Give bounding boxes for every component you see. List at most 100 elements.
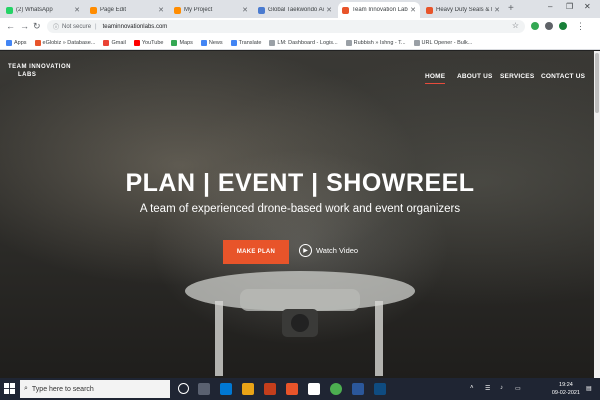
make-plan-button[interactable]: MAKE PLAN xyxy=(223,240,289,264)
close-icon[interactable]: ✕ xyxy=(326,6,332,14)
chrome-icon[interactable] xyxy=(330,383,342,395)
close-icon[interactable]: ✕ xyxy=(494,6,500,14)
bookmark-star-icon[interactable]: ☆ xyxy=(512,21,519,30)
tray-chevron-icon[interactable]: ˄ xyxy=(470,385,474,391)
hero-section: TEAM INNOVATION LABS HOME ABOUT US SERVI… xyxy=(0,51,600,378)
page-scrollbar[interactable] xyxy=(594,51,600,378)
battery-icon[interactable]: ▭ xyxy=(515,385,521,392)
bookmark-gmail[interactable]: Gmail xyxy=(103,39,126,46)
bookmark-label: Rubbish » Ishng - T... xyxy=(353,39,406,46)
app-icon[interactable] xyxy=(286,383,298,395)
globe-icon xyxy=(258,6,265,14)
bookmark-maps[interactable]: Maps xyxy=(171,39,193,46)
file-explorer-icon[interactable] xyxy=(242,383,254,395)
app-icon[interactable] xyxy=(264,383,276,395)
new-tab-button[interactable]: + xyxy=(508,3,514,14)
browser-toolbar: ← → ↻ ⓘ Not secure | teaminnovationlabs.… xyxy=(0,18,600,36)
windows-start-icon[interactable] xyxy=(4,383,15,394)
close-window-button[interactable]: ✕ xyxy=(584,2,591,11)
app-icon[interactable] xyxy=(308,383,320,395)
app-icon[interactable] xyxy=(374,383,386,395)
tab-title: (2) WhatsApp xyxy=(16,7,53,13)
news-icon xyxy=(200,39,207,46)
tab-team-innovation[interactable]: Team Innovation Labs ✕ xyxy=(338,2,420,18)
tab-strip: (2) WhatsApp ✕ Page Edit ✕ My Project ✕ … xyxy=(0,0,600,18)
bookmark-eglobiz[interactable]: eGlobiz » Database... xyxy=(34,39,96,46)
bookmark-apps[interactable]: Apps xyxy=(6,39,27,46)
nav-services[interactable]: SERVICES xyxy=(500,73,534,80)
nav-home[interactable]: HOME xyxy=(425,73,446,84)
bookmark-label: eGlobiz » Database... xyxy=(42,39,96,46)
tab-my-project[interactable]: My Project ✕ xyxy=(170,2,252,18)
bookmark-lm-dashboard[interactable]: LM: Dashboard - Logis... xyxy=(269,39,338,46)
profile-avatar[interactable] xyxy=(559,22,567,30)
logo-text: TEAM INNOVATION xyxy=(8,64,71,70)
menu-icon[interactable]: ⋮ xyxy=(576,21,585,32)
task-view-icon[interactable] xyxy=(198,383,210,395)
translate-icon xyxy=(230,39,237,46)
bookmark-icon xyxy=(34,39,41,46)
taskbar-clock[interactable]: 19:24 09-02-2021 xyxy=(552,381,580,397)
close-icon[interactable]: ✕ xyxy=(74,6,80,14)
close-icon[interactable]: ✕ xyxy=(242,6,248,14)
site-icon xyxy=(426,6,433,14)
bookmark-icon xyxy=(269,39,276,46)
bookmark-label: URL Opener - Bulk... xyxy=(421,39,473,46)
scrollbar-thumb[interactable] xyxy=(595,53,599,113)
minimize-button[interactable]: – xyxy=(548,2,552,11)
taskbar: ⌕ Type here to search ˄ ☰ ♪ ▭ 19:24 09-0… xyxy=(0,378,600,400)
bookmark-label: Gmail xyxy=(111,39,126,46)
bookmark-news[interactable]: News xyxy=(200,39,223,46)
extension-icon[interactable] xyxy=(545,22,553,30)
taskbar-search[interactable]: ⌕ Type here to search xyxy=(20,380,170,398)
maps-icon xyxy=(171,39,178,46)
store-icon[interactable] xyxy=(220,383,232,395)
maximize-button[interactable]: ❐ xyxy=(566,2,573,11)
nav-contact-us[interactable]: CONTACT US xyxy=(541,73,585,80)
site-icon xyxy=(342,6,349,14)
bookmark-icon xyxy=(413,39,420,46)
youtube-icon xyxy=(133,39,140,46)
network-icon[interactable]: ☰ xyxy=(485,385,490,392)
cortana-icon[interactable] xyxy=(178,383,189,394)
bookmark-label: News xyxy=(208,39,223,46)
hero-subheadline: A team of experienced drone-based work a… xyxy=(139,203,461,215)
bookmark-rubbish[interactable]: Rubbish » Ishng - T... xyxy=(345,39,406,46)
close-icon[interactable]: ✕ xyxy=(158,6,164,14)
clock-time: 19:24 xyxy=(559,382,573,388)
bookmarks-bar: Apps eGlobiz » Database... Gmail YouTube… xyxy=(0,36,600,50)
volume-icon[interactable]: ♪ xyxy=(500,385,503,391)
close-icon[interactable]: ✕ xyxy=(410,6,416,14)
site-logo[interactable]: TEAM INNOVATION LABS xyxy=(8,63,71,79)
address-bar[interactable]: ⓘ Not secure | teaminnovationlabs.com ☆ xyxy=(47,20,525,33)
tab-title: Page Edit xyxy=(100,7,127,13)
bookmark-label: Translate xyxy=(238,39,262,46)
nav-about-us[interactable]: ABOUT US xyxy=(457,73,493,80)
tab-title: Global Taekwondo Aca xyxy=(268,7,325,13)
back-icon[interactable]: ← xyxy=(6,21,15,31)
search-icon: ⌕ xyxy=(24,385,28,392)
extension-icon[interactable] xyxy=(531,22,539,30)
info-icon[interactable]: ⓘ xyxy=(53,22,59,31)
search-placeholder: Type here to search xyxy=(31,385,94,393)
bookmark-icon xyxy=(345,39,352,46)
reload-icon[interactable]: ↻ xyxy=(33,21,41,32)
forward-icon[interactable]: → xyxy=(20,21,29,31)
word-icon[interactable] xyxy=(352,383,364,395)
watch-video-label: Watch Video xyxy=(316,246,359,255)
tab-title: Heavy Duty Seals & Ru xyxy=(436,7,492,13)
logo-text: LABS xyxy=(18,72,37,78)
hero-headline: PLAN | EVENT | SHOWREEL xyxy=(125,169,475,197)
whatsapp-icon xyxy=(6,6,13,14)
tab-global-taekwondo[interactable]: Global Taekwondo Aca ✕ xyxy=(254,2,336,18)
bookmark-translate[interactable]: Translate xyxy=(230,39,262,46)
bookmark-youtube[interactable]: YouTube xyxy=(133,39,163,46)
clock-date: 09-02-2021 xyxy=(551,390,580,396)
notification-icon[interactable]: ▤ xyxy=(586,385,592,392)
tab-heavy-duty-seals[interactable]: Heavy Duty Seals & Ru ✕ xyxy=(422,2,504,18)
bookmark-url-opener[interactable]: URL Opener - Bulk... xyxy=(413,39,473,46)
watch-video-button[interactable]: ▶ Watch Video xyxy=(299,244,358,257)
tab-page-edit[interactable]: Page Edit ✕ xyxy=(86,2,168,18)
security-label: Not secure xyxy=(62,23,92,30)
tab-whatsapp[interactable]: (2) WhatsApp ✕ xyxy=(2,2,84,18)
